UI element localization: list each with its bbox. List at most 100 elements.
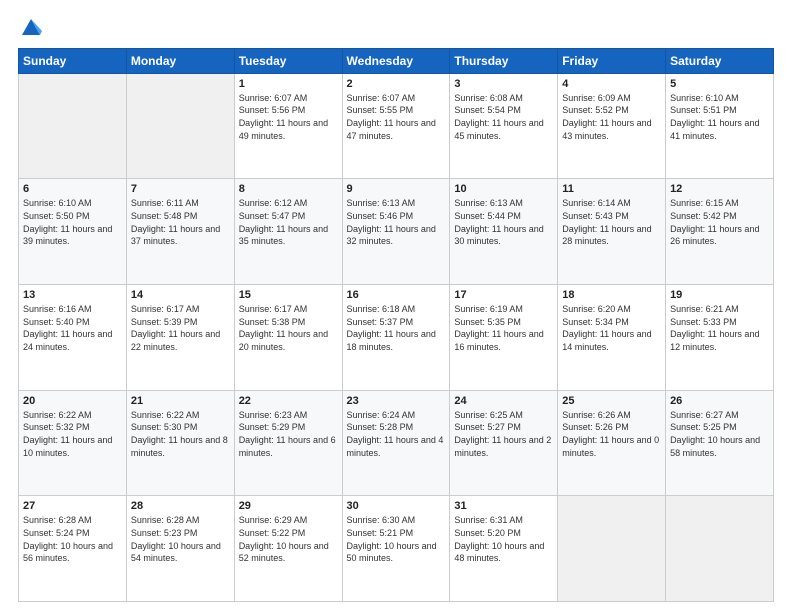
calendar-header: SundayMondayTuesdayWednesdayThursdayFrid… xyxy=(19,48,774,73)
day-number: 10 xyxy=(454,183,553,195)
calendar-cell xyxy=(666,496,774,602)
cell-info: Sunrise: 6:26 AM Sunset: 5:26 PM Dayligh… xyxy=(562,409,661,459)
cell-info: Sunrise: 6:14 AM Sunset: 5:43 PM Dayligh… xyxy=(562,197,661,247)
day-number: 11 xyxy=(562,183,661,195)
calendar-cell: 7 Sunrise: 6:11 AM Sunset: 5:48 PM Daylig… xyxy=(126,179,234,285)
calendar-cell: 27 Sunrise: 6:28 AM Sunset: 5:24 PM Dayli… xyxy=(19,496,127,602)
calendar-cell: 26 Sunrise: 6:27 AM Sunset: 5:25 PM Dayli… xyxy=(666,390,774,496)
calendar-cell: 28 Sunrise: 6:28 AM Sunset: 5:23 PM Dayli… xyxy=(126,496,234,602)
calendar-week-1: 1 Sunrise: 6:07 AM Sunset: 5:56 PM Daylig… xyxy=(19,73,774,179)
day-number: 7 xyxy=(131,183,230,195)
cell-info: Sunrise: 6:18 AM Sunset: 5:37 PM Dayligh… xyxy=(347,303,446,353)
day-number: 29 xyxy=(239,500,338,512)
cell-info: Sunrise: 6:31 AM Sunset: 5:20 PM Dayligh… xyxy=(454,514,553,564)
cell-info: Sunrise: 6:20 AM Sunset: 5:34 PM Dayligh… xyxy=(562,303,661,353)
day-header-sunday: Sunday xyxy=(19,48,127,73)
calendar-cell: 16 Sunrise: 6:18 AM Sunset: 5:37 PM Dayli… xyxy=(342,285,450,391)
day-number: 5 xyxy=(670,78,769,90)
calendar-cell: 29 Sunrise: 6:29 AM Sunset: 5:22 PM Dayli… xyxy=(234,496,342,602)
day-header-tuesday: Tuesday xyxy=(234,48,342,73)
cell-info: Sunrise: 6:19 AM Sunset: 5:35 PM Dayligh… xyxy=(454,303,553,353)
calendar-cell: 8 Sunrise: 6:12 AM Sunset: 5:47 PM Daylig… xyxy=(234,179,342,285)
cell-info: Sunrise: 6:13 AM Sunset: 5:44 PM Dayligh… xyxy=(454,197,553,247)
day-number: 23 xyxy=(347,395,446,407)
day-number: 16 xyxy=(347,289,446,301)
header-row: SundayMondayTuesdayWednesdayThursdayFrid… xyxy=(19,48,774,73)
calendar-cell: 10 Sunrise: 6:13 AM Sunset: 5:44 PM Dayli… xyxy=(450,179,558,285)
calendar-cell: 11 Sunrise: 6:14 AM Sunset: 5:43 PM Dayli… xyxy=(558,179,666,285)
cell-info: Sunrise: 6:09 AM Sunset: 5:52 PM Dayligh… xyxy=(562,92,661,142)
cell-info: Sunrise: 6:22 AM Sunset: 5:30 PM Dayligh… xyxy=(131,409,230,459)
calendar-week-2: 6 Sunrise: 6:10 AM Sunset: 5:50 PM Daylig… xyxy=(19,179,774,285)
day-number: 6 xyxy=(23,183,122,195)
cell-info: Sunrise: 6:07 AM Sunset: 5:56 PM Dayligh… xyxy=(239,92,338,142)
cell-info: Sunrise: 6:08 AM Sunset: 5:54 PM Dayligh… xyxy=(454,92,553,142)
calendar-week-3: 13Sunrise: 6:16 AM Sunset: 5:40 PM Dayli… xyxy=(19,285,774,391)
calendar-cell: 2Sunrise: 6:07 AM Sunset: 5:55 PM Daylig… xyxy=(342,73,450,179)
day-number: 25 xyxy=(562,395,661,407)
cell-info: Sunrise: 6:25 AM Sunset: 5:27 PM Dayligh… xyxy=(454,409,553,459)
calendar-cell: 19 Sunrise: 6:21 AM Sunset: 5:33 PM Dayli… xyxy=(666,285,774,391)
calendar-cell xyxy=(558,496,666,602)
calendar-cell: 1 Sunrise: 6:07 AM Sunset: 5:56 PM Daylig… xyxy=(234,73,342,179)
day-number: 22 xyxy=(239,395,338,407)
cell-info: Sunrise: 6:28 AM Sunset: 5:23 PM Dayligh… xyxy=(131,514,230,564)
cell-info: Sunrise: 6:29 AM Sunset: 5:22 PM Dayligh… xyxy=(239,514,338,564)
cell-info: Sunrise: 6:10 AM Sunset: 5:51 PM Dayligh… xyxy=(670,92,769,142)
calendar-cell: 12 Sunrise: 6:15 AM Sunset: 5:42 PM Dayli… xyxy=(666,179,774,285)
calendar-cell: 15 Sunrise: 6:17 AM Sunset: 5:38 PM Dayli… xyxy=(234,285,342,391)
day-header-friday: Friday xyxy=(558,48,666,73)
day-number: 1 xyxy=(239,78,338,90)
calendar-cell: 4 Sunrise: 6:09 AM Sunset: 5:52 PM Daylig… xyxy=(558,73,666,179)
calendar-cell: 25 Sunrise: 6:26 AM Sunset: 5:26 PM Dayli… xyxy=(558,390,666,496)
day-number: 15 xyxy=(239,289,338,301)
cell-info: Sunrise: 6:11 AM Sunset: 5:48 PM Dayligh… xyxy=(131,197,230,247)
day-number: 12 xyxy=(670,183,769,195)
cell-info: Sunrise: 6:12 AM Sunset: 5:47 PM Dayligh… xyxy=(239,197,338,247)
day-number: 24 xyxy=(454,395,553,407)
day-header-wednesday: Wednesday xyxy=(342,48,450,73)
calendar-body: 1 Sunrise: 6:07 AM Sunset: 5:56 PM Daylig… xyxy=(19,73,774,601)
day-number: 28 xyxy=(131,500,230,512)
page: SundayMondayTuesdayWednesdayThursdayFrid… xyxy=(0,0,792,612)
cell-info: Sunrise: 6:27 AM Sunset: 5:25 PM Dayligh… xyxy=(670,409,769,459)
cell-info: Sunrise: 6:22 AM Sunset: 5:32 PM Dayligh… xyxy=(23,409,122,459)
calendar-cell: 24 Sunrise: 6:25 AM Sunset: 5:27 PM Dayli… xyxy=(450,390,558,496)
day-number: 21 xyxy=(131,395,230,407)
day-number: 13 xyxy=(23,289,122,301)
cell-info: Sunrise: 6:10 AM Sunset: 5:50 PM Dayligh… xyxy=(23,197,122,247)
cell-info: Sunrise: 6:15 AM Sunset: 5:42 PM Dayligh… xyxy=(670,197,769,247)
day-number: 27 xyxy=(23,500,122,512)
cell-info: Sunrise: 6:23 AM Sunset: 5:29 PM Dayligh… xyxy=(239,409,338,459)
calendar-week-4: 20Sunrise: 6:22 AM Sunset: 5:32 PM Dayli… xyxy=(19,390,774,496)
logo xyxy=(18,20,42,40)
calendar-cell: 23 Sunrise: 6:24 AM Sunset: 5:28 PM Dayli… xyxy=(342,390,450,496)
calendar-table: SundayMondayTuesdayWednesdayThursdayFrid… xyxy=(18,48,774,602)
day-header-monday: Monday xyxy=(126,48,234,73)
calendar-cell: 22 Sunrise: 6:23 AM Sunset: 5:29 PM Dayli… xyxy=(234,390,342,496)
calendar-cell: 31Sunrise: 6:31 AM Sunset: 5:20 PM Dayli… xyxy=(450,496,558,602)
calendar-cell: 30Sunrise: 6:30 AM Sunset: 5:21 PM Dayli… xyxy=(342,496,450,602)
logo-icon xyxy=(20,15,42,37)
cell-info: Sunrise: 6:07 AM Sunset: 5:55 PM Dayligh… xyxy=(347,92,446,142)
day-number: 8 xyxy=(239,183,338,195)
cell-info: Sunrise: 6:28 AM Sunset: 5:24 PM Dayligh… xyxy=(23,514,122,564)
day-number: 19 xyxy=(670,289,769,301)
day-number: 14 xyxy=(131,289,230,301)
calendar-cell: 9Sunrise: 6:13 AM Sunset: 5:46 PM Daylig… xyxy=(342,179,450,285)
cell-info: Sunrise: 6:21 AM Sunset: 5:33 PM Dayligh… xyxy=(670,303,769,353)
day-header-saturday: Saturday xyxy=(666,48,774,73)
calendar-cell: 3 Sunrise: 6:08 AM Sunset: 5:54 PM Daylig… xyxy=(450,73,558,179)
calendar-cell xyxy=(19,73,127,179)
calendar-cell: 14Sunrise: 6:17 AM Sunset: 5:39 PM Dayli… xyxy=(126,285,234,391)
day-number: 9 xyxy=(347,183,446,195)
calendar-week-5: 27 Sunrise: 6:28 AM Sunset: 5:24 PM Dayli… xyxy=(19,496,774,602)
calendar-cell: 20Sunrise: 6:22 AM Sunset: 5:32 PM Dayli… xyxy=(19,390,127,496)
day-number: 4 xyxy=(562,78,661,90)
day-number: 26 xyxy=(670,395,769,407)
cell-info: Sunrise: 6:24 AM Sunset: 5:28 PM Dayligh… xyxy=(347,409,446,459)
cell-info: Sunrise: 6:17 AM Sunset: 5:38 PM Dayligh… xyxy=(239,303,338,353)
day-number: 3 xyxy=(454,78,553,90)
day-number: 17 xyxy=(454,289,553,301)
day-number: 30 xyxy=(347,500,446,512)
